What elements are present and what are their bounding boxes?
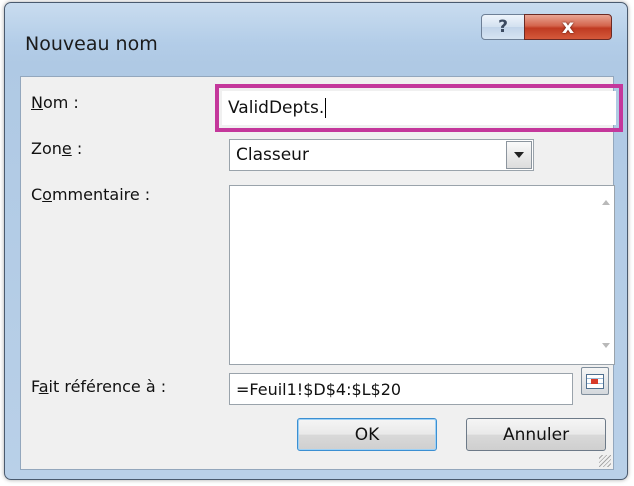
- name-input[interactable]: ValidDepts.: [222, 91, 616, 125]
- help-button[interactable]: ?: [481, 14, 525, 40]
- comment-textarea[interactable]: [229, 185, 615, 365]
- ok-button[interactable]: OK: [297, 418, 437, 451]
- refers-to-label: Fait référence à :: [31, 377, 167, 396]
- scope-label: Zone :: [31, 139, 83, 158]
- name-input-value: ValidDepts.: [228, 98, 325, 118]
- new-name-dialog: Nouveau nom ? x Nom : ValidDepts. Zone :…: [4, 2, 628, 480]
- question-mark-icon: ?: [498, 17, 508, 37]
- dropdown-arrow-button[interactable]: [506, 141, 532, 169]
- range-select-icon: [586, 373, 604, 389]
- refers-to-value: =Feuil1!$D$4:$L$20: [236, 379, 402, 399]
- name-label: Nom :: [31, 93, 79, 112]
- dialog-title: Nouveau nom: [25, 33, 158, 55]
- text-caret: [325, 98, 327, 118]
- resize-grip[interactable]: [599, 455, 611, 467]
- scope-value: Classeur: [236, 145, 309, 165]
- cancel-button[interactable]: Annuler: [466, 418, 606, 451]
- scroll-down-arrow[interactable]: [602, 343, 610, 348]
- range-select-button[interactable]: [581, 367, 609, 395]
- dialog-body: Nom : ValidDepts. Zone : Classeur Commen…: [20, 76, 623, 470]
- close-button[interactable]: x: [524, 14, 612, 40]
- refers-to-input[interactable]: =Feuil1!$D$4:$L$20: [229, 373, 573, 405]
- scroll-up-arrow[interactable]: [602, 200, 610, 205]
- chevron-down-icon: [514, 152, 524, 158]
- scope-dropdown[interactable]: Classeur: [229, 139, 534, 171]
- close-icon: x: [561, 16, 575, 38]
- comment-label: Commentaire :: [31, 185, 151, 204]
